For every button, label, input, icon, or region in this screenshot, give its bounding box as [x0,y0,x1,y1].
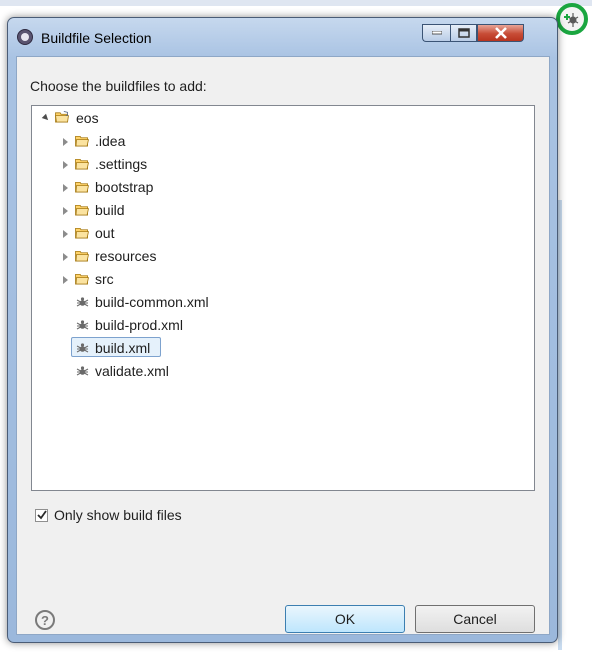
folder-icon [75,204,89,216]
background-scroll-area [558,200,562,650]
tree-folder-settings[interactable]: .settings [95,156,147,172]
maximize-button[interactable] [450,24,477,42]
tree-folder-idea[interactable]: .idea [95,133,125,149]
ant-file-icon [76,343,89,353]
tree-folder-build[interactable]: build [95,202,125,218]
folder-icon [75,250,89,262]
only-show-build-files-option[interactable]: Only show build files [35,507,182,523]
root-expand-toggle[interactable] [41,113,51,123]
tree-folder-src[interactable]: src [95,271,114,287]
collapsed-arrow-icon [62,276,68,284]
folder-expand-toggle[interactable] [60,183,70,193]
tree-root-label[interactable]: eos [76,110,99,126]
cancel-button[interactable]: Cancel [415,605,535,633]
tree-folder-bootstrap[interactable]: bootstrap [95,179,153,195]
collapsed-arrow-icon [62,230,68,238]
ant-file-icon [76,297,89,307]
folder-expand-toggle[interactable] [60,252,70,262]
expanded-arrow-icon [41,113,51,123]
tree-folder-resources[interactable]: resources [95,248,156,264]
dialog-body: Choose the buildfiles to add: eos .idea … [16,56,550,635]
buildfile-selection-dialog: Buildfile Selection Choose the buildfile… [7,17,558,643]
close-button[interactable] [477,24,524,42]
ant-add-buildfile-icon[interactable] [556,3,588,35]
tree-folder-out[interactable]: out [95,225,114,241]
folder-icon [75,273,89,285]
only-show-build-files-label[interactable]: Only show build files [54,507,182,523]
close-icon [494,27,507,39]
collapsed-arrow-icon [62,161,68,169]
folder-expand-toggle[interactable] [60,229,70,239]
checkmark-icon [36,510,47,520]
ant-file-icon [76,366,89,376]
tree-file-build[interactable]: build.xml [95,340,150,356]
title-bar: Buildfile Selection [8,18,557,54]
only-show-build-files-checkbox[interactable] [35,508,48,522]
tree-file-build-common[interactable]: build-common.xml [95,294,209,310]
buildfile-tree[interactable]: eos .idea .settings bootstrap build out … [31,105,535,491]
folder-icon [75,135,89,147]
prompt-label: Choose the buildfiles to add: [30,78,207,94]
collapsed-arrow-icon [62,184,68,192]
folder-icon [75,181,89,193]
help-icon[interactable]: ? [35,610,55,630]
folder-expand-toggle[interactable] [60,137,70,147]
folder-icon [75,227,89,239]
eclipse-app-icon [17,29,33,45]
collapsed-arrow-icon [62,207,68,215]
minimize-button[interactable] [422,24,450,42]
ok-button[interactable]: OK [285,605,405,633]
folder-expand-toggle[interactable] [60,160,70,170]
tree-file-validate[interactable]: validate.xml [95,363,169,379]
folder-expand-toggle[interactable] [60,275,70,285]
collapsed-arrow-icon [62,138,68,146]
folder-expand-toggle[interactable] [60,206,70,216]
background-app-strip [0,0,592,6]
window-title: Buildfile Selection [41,30,152,46]
ant-file-icon [76,320,89,330]
project-folder-icon [55,111,69,123]
collapsed-arrow-icon [62,253,68,261]
folder-icon [75,158,89,170]
tree-file-build-prod[interactable]: build-prod.xml [95,317,183,333]
